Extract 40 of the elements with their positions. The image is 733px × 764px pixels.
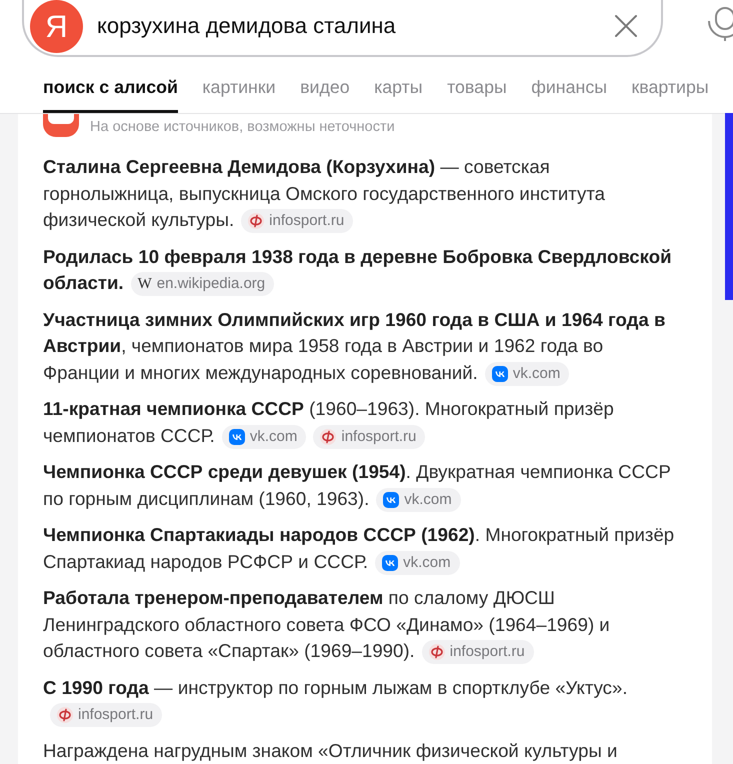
- fact-text: Родилась 10 февраля 1938 года в деревне Бобровка Свердловской области. W en.wikipedia.org: [43, 244, 680, 296]
- fact-text: Награждена нагрудным знаком «Отличник физической культуры и: [43, 738, 618, 763]
- search-field[interactable]: Я корзухина демидова сталина: [22, 0, 663, 57]
- source-link[interactable]: infosport.ru: [422, 640, 534, 664]
- tab[interactable]: карты: [374, 77, 423, 113]
- search-logo[interactable]: Я: [30, 0, 83, 53]
- site-logo-icon: [382, 554, 398, 571]
- microphone-icon[interactable]: [706, 7, 733, 41]
- source-link[interactable]: infosport.ru: [241, 209, 354, 234]
- site-logo-icon: [492, 366, 508, 382]
- fact-text: 11-кратная чемпионка СССР (1960–1963). Многократный призёр чемпионатов СССР. vk.com infosport.ru: [43, 396, 680, 449]
- source-link[interactable]: W en.wikipedia.org: [130, 272, 274, 296]
- site-logo-icon: [248, 213, 264, 230]
- tab[interactable]: финансы: [531, 77, 607, 113]
- letter-w-icon: W: [138, 276, 152, 292]
- fact-text: Участница зимних Олимпийских игр 1960 года в США и 1964 года в Австрии, чемпионатов мира 1958 года в Австрии и 1962 года во Франции и многих международных соревнований. vk.com: [43, 306, 680, 386]
- source-link[interactable]: vk.com: [222, 424, 306, 449]
- fact-text: Чемпионка Спартакиады народов СССР (1962). Многократный призёр Спартакиад народов РСФСР и СССР. vk.com: [43, 522, 680, 575]
- tab[interactable]: товары: [447, 77, 507, 113]
- tab[interactable]: видео: [300, 77, 350, 113]
- source-link[interactable]: vk.com: [484, 362, 570, 386]
- close-icon: [614, 14, 638, 38]
- site-logo-icon: [320, 428, 336, 445]
- source-link[interactable]: vk.com: [376, 488, 461, 512]
- site-logo-icon: [57, 707, 73, 724]
- clear-button[interactable]: [614, 14, 638, 38]
- source-link[interactable]: infosport.ru: [50, 703, 162, 728]
- tab[interactable]: картинки: [202, 77, 276, 113]
- fact-text: Сталина Сергеевна Демидова (Корзухина) — советская горнолыжница, выпускница Омского государственного института физической культуры. infosport.ru: [43, 154, 680, 234]
- site-logo-icon: [228, 428, 245, 445]
- fact-text: Чемпионка СССР среди девушек (1954). Двукратная чемпионка СССР по горным дисциплинам (1960, 1963). vk.com: [43, 459, 680, 512]
- avatar-icon: [43, 114, 79, 137]
- source-link[interactable]: infosport.ru: [313, 424, 426, 449]
- fact-text: С 1990 года — инструктор по горным лыжам в спортклубе «Уктус». infosport.ru: [43, 674, 680, 728]
- tab[interactable]: квартиры: [632, 77, 709, 113]
- fact-text: Работала тренером-преподавателем по слалому ДЮСШ Ленинградского областного совета ФСО «Динамо» (1964–1969) и областного совета «Спартак» (1969–1990). infosport.ru: [43, 585, 680, 664]
- source-link[interactable]: vk.com: [375, 550, 460, 575]
- site-logo-icon: [428, 644, 445, 660]
- disclaimer-text: На основе источников, возможны неточности: [90, 119, 395, 135]
- site-logo-icon: [383, 492, 400, 508]
